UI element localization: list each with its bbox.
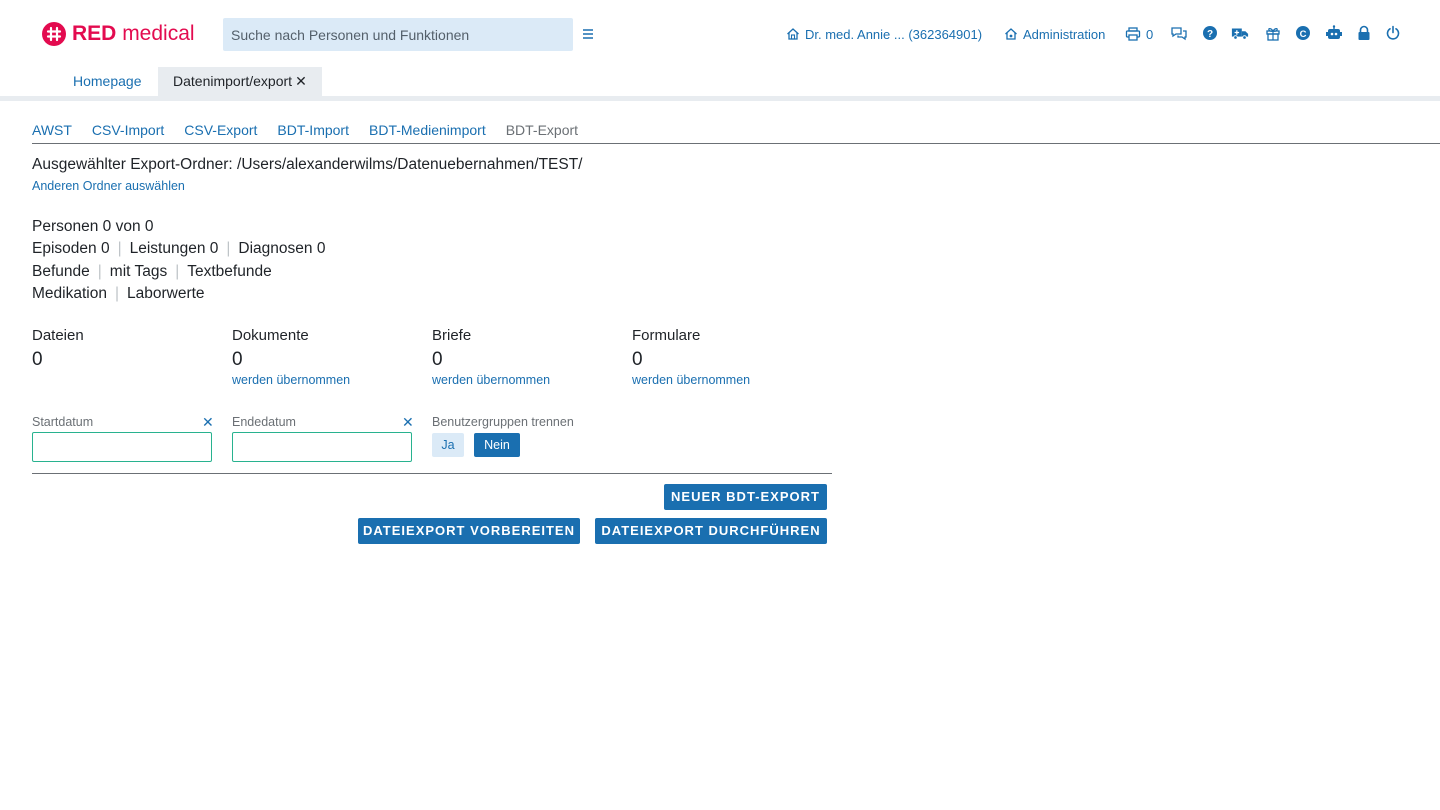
app-logo[interactable]: RED medical	[42, 20, 195, 48]
printer-icon	[1125, 27, 1141, 41]
lock-icon[interactable]	[1355, 24, 1373, 42]
findings-label: Befunde	[32, 263, 90, 280]
episodes-count: Episoden 0	[32, 240, 110, 257]
stat-files-label: Dateien	[32, 327, 84, 344]
admin-home-icon	[1005, 28, 1017, 40]
subnav-item-csv-export[interactable]: CSV-Export	[184, 122, 257, 138]
medication-label: Medikation	[32, 285, 107, 302]
tab-homepage[interactable]: Homepage	[58, 67, 157, 96]
prepare-file-export-button[interactable]: DATEIEXPORT VORBEREITEN	[358, 518, 580, 544]
services-count: Leistungen 0	[129, 240, 219, 257]
stat-forms-value: 0	[632, 349, 643, 370]
copyright-icon[interactable]: C	[1294, 24, 1312, 42]
tab-bar-divider	[0, 96, 1440, 101]
subnav-item-bdt-import[interactable]: BDT-Import	[277, 122, 349, 138]
subnav-item-csv-import[interactable]: CSV-Import	[92, 122, 164, 138]
subnav: AWST CSV-Import CSV-Export BDT-Import BD…	[32, 122, 578, 138]
separator: |	[226, 240, 231, 257]
hash-logo-icon	[42, 22, 66, 46]
separator: |	[114, 285, 119, 302]
section-divider	[32, 473, 832, 474]
svg-text:?: ?	[1207, 29, 1213, 40]
chat-icon[interactable]	[1170, 24, 1188, 42]
end-date-label: Endedatum	[232, 415, 296, 429]
text-findings-label: Textbefunde	[187, 263, 272, 280]
export-folder-path: Ausgewählter Export-Ordner: /Users/alexa…	[32, 156, 583, 173]
lab-values-label: Laborwerte	[127, 285, 205, 302]
gift-icon[interactable]	[1264, 24, 1282, 42]
start-date-label: Startdatum	[32, 415, 94, 429]
stat-letters-label: Briefe	[432, 327, 472, 344]
separator: |	[117, 240, 122, 257]
clear-end-date-icon[interactable]: ✕	[402, 414, 414, 431]
stat-documents-value: 0	[232, 349, 243, 370]
print-count: 0	[1146, 26, 1154, 42]
subnav-item-bdt-export[interactable]: BDT-Export	[506, 122, 578, 138]
new-bdt-export-button[interactable]: NEUER BDT-EXPORT	[664, 484, 827, 510]
usergroups-no-toggle[interactable]: Nein	[474, 433, 520, 457]
svg-text:C: C	[1300, 29, 1307, 40]
medication-summary: Medikation | Laborwerte	[32, 285, 205, 303]
administration-label: Administration	[1023, 26, 1106, 42]
user-menu[interactable]: Dr. med. Annie ... (362364901)	[786, 24, 982, 44]
usergroups-label: Benutzergruppen trennen	[432, 415, 574, 429]
stat-files-value: 0	[32, 349, 43, 370]
usergroups-yes-toggle[interactable]: Ja	[432, 433, 464, 457]
stat-forms-link[interactable]: werden übernommen	[632, 373, 750, 387]
help-icon[interactable]: ?	[1201, 24, 1219, 42]
home-icon	[787, 28, 799, 40]
power-icon[interactable]	[1384, 24, 1402, 42]
stat-documents-link[interactable]: werden übernommen	[232, 373, 350, 387]
with-tags-label: mit Tags	[109, 263, 168, 280]
user-label: Dr. med. Annie ... (362364901)	[805, 26, 983, 42]
administration-link[interactable]: Administration	[1004, 24, 1105, 44]
hamburger-menu-icon[interactable]	[580, 26, 596, 42]
start-date-input[interactable]	[32, 432, 212, 462]
subnav-item-bdt-medienimport[interactable]: BDT-Medienimport	[369, 122, 486, 138]
stat-letters-value: 0	[432, 349, 443, 370]
execute-file-export-button[interactable]: DATEIEXPORT DURCHFÜHREN	[595, 518, 827, 544]
tab-datenimport-export[interactable]: Datenimport/export ✕	[158, 67, 322, 96]
diagnoses-count: Diagnosen 0	[238, 240, 326, 257]
stat-letters-link[interactable]: werden übernommen	[432, 373, 550, 387]
end-date-input[interactable]	[232, 432, 412, 462]
tab-label: Datenimport/export	[173, 73, 293, 89]
findings-summary: Befunde | mit Tags | Textbefunde	[32, 263, 272, 281]
stat-forms-label: Formulare	[632, 327, 701, 344]
stat-documents-label: Dokumente	[232, 327, 309, 344]
separator: |	[97, 263, 102, 280]
change-folder-link[interactable]: Anderen Ordner auswählen	[32, 179, 185, 193]
episode-summary: Episoden 0 | Leistungen 0 | Diagnosen 0	[32, 240, 325, 258]
clear-start-date-icon[interactable]: ✕	[202, 414, 214, 431]
search-input[interactable]	[223, 18, 573, 51]
robot-icon[interactable]	[1325, 24, 1343, 42]
subnav-divider	[32, 143, 1440, 144]
persons-count: Personen 0 von 0	[32, 218, 154, 235]
separator: |	[175, 263, 180, 280]
ambulance-icon[interactable]	[1231, 24, 1249, 42]
subnav-item-awst[interactable]: AWST	[32, 122, 72, 138]
brand-name: RED medical	[72, 22, 195, 45]
tab-close-icon[interactable]: ✕	[295, 67, 307, 96]
print-queue-button[interactable]: 0	[1125, 24, 1153, 44]
